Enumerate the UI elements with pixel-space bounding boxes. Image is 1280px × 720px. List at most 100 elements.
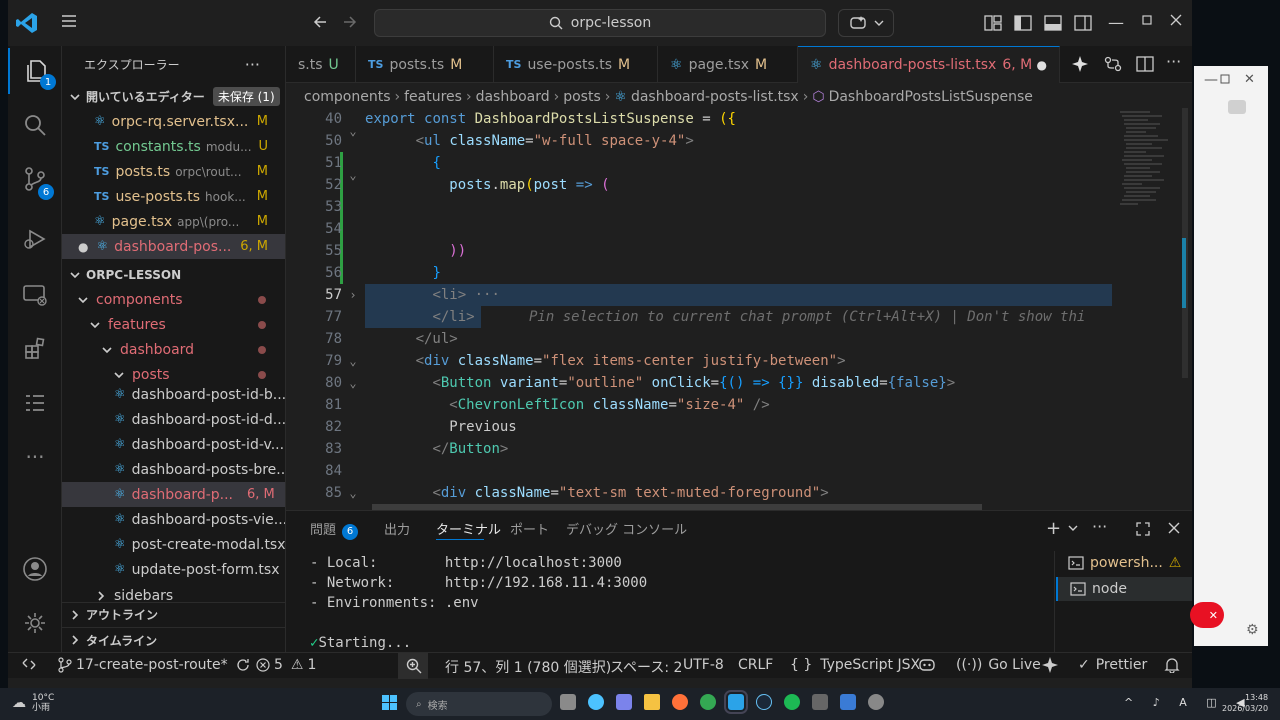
search-activity[interactable] <box>8 102 62 148</box>
open-editor-item[interactable]: TS posts.ts orpc\rout... M <box>62 159 285 184</box>
tab-3[interactable]: ⚛ page.tsx M <box>658 46 798 83</box>
file-item[interactable]: ⚛ dashboard-post-id-b... <box>62 382 285 407</box>
file-item[interactable]: ⚛ dashboard-posts-vie... <box>62 507 285 532</box>
zoom-button[interactable] <box>398 653 428 679</box>
teams-icon[interactable] <box>616 694 632 710</box>
language-mode[interactable]: { } TypeScript JSX <box>790 657 920 673</box>
tab-icon[interactable] <box>1228 100 1246 114</box>
end-of-line[interactable]: CRLF <box>738 657 773 673</box>
breadcrumb-item[interactable]: DashboardPostsListSuspense <box>829 89 1033 105</box>
remote-icon[interactable] <box>22 657 36 671</box>
run-debug-activity[interactable] <box>8 216 62 262</box>
back-arrow-icon[interactable] <box>312 14 328 30</box>
tab-2[interactable]: TS use-posts.ts M <box>494 46 658 83</box>
tab-1[interactable]: TS posts.ts M <box>356 46 494 83</box>
firefox-icon[interactable] <box>672 694 688 710</box>
unsaved-dot-icon[interactable]: ● <box>78 240 88 254</box>
fold-chevron-icon[interactable]: ⌄ <box>346 164 360 186</box>
windows-start-icon[interactable] <box>382 695 397 710</box>
fold-chevron-icon[interactable]: ⌄ <box>346 120 360 142</box>
timeline-header[interactable]: タイムライン <box>62 627 285 652</box>
maximize-panel-icon[interactable] <box>1136 522 1150 536</box>
open-editor-item[interactable]: TS use-posts.ts hook... M <box>62 184 285 209</box>
split-editor-icon[interactable] <box>1136 56 1154 72</box>
compare-changes-icon[interactable] <box>1104 56 1122 72</box>
panel-tab-4[interactable]: デバッグ コンソール <box>566 519 687 538</box>
expand-chevron-icon[interactable]: › <box>346 284 360 306</box>
folder-components[interactable]: components <box>62 287 285 312</box>
file-explorer-icon[interactable] <box>644 694 660 710</box>
command-center-search[interactable]: orpc-lesson <box>374 9 826 37</box>
extensions-activity[interactable] <box>8 326 62 372</box>
fold-chevron-icon[interactable]: ⌄ <box>346 350 360 372</box>
panel-tab-2[interactable]: ターミナル <box>436 519 501 538</box>
more-icon[interactable]: ··· <box>8 434 62 480</box>
source-control-activity[interactable]: 6 <box>8 156 62 202</box>
project-header[interactable]: ORPC-LESSON <box>62 262 285 287</box>
sparkle-icon[interactable] <box>1042 657 1058 673</box>
copilot-button[interactable] <box>838 9 894 37</box>
clock[interactable]: 13:48 2026/03/20 <box>1222 692 1268 714</box>
open-editor-item[interactable]: ● ⚛ dashboard-pos... 6, M <box>62 234 285 259</box>
fold-chevron-icon[interactable]: ⌄ <box>346 482 360 504</box>
new-terminal-icon[interactable]: + <box>1046 518 1061 539</box>
close-icon[interactable]: ✕ <box>1244 72 1255 87</box>
remote-explorer-activity[interactable] <box>8 272 62 318</box>
app-icon[interactable] <box>784 694 800 710</box>
maximize-icon[interactable] <box>1142 15 1154 27</box>
breadcrumb-item[interactable]: components <box>304 89 391 105</box>
chat-hint[interactable]: Pin selection to current chat prompt (Ct… <box>529 306 1085 328</box>
hamburger-icon[interactable] <box>60 12 80 32</box>
go-live-button[interactable]: ((·)) Go Live <box>956 657 1041 673</box>
app-icon[interactable] <box>812 694 828 710</box>
minimap[interactable] <box>1116 108 1180 218</box>
terminal-powershell[interactable]: powersh... ⚠ <box>1056 551 1192 575</box>
open-editor-item[interactable]: ⚛ page.tsx app\(pro... M <box>62 209 285 234</box>
copilot-app-icon[interactable] <box>588 694 604 710</box>
forward-arrow-icon[interactable] <box>342 14 358 30</box>
testing-activity[interactable] <box>8 380 62 426</box>
settings-icon[interactable]: ⚙ <box>1246 622 1259 638</box>
toggle-sidebar-icon[interactable] <box>1014 14 1032 32</box>
breadcrumb-item[interactable]: dashboard <box>476 89 550 105</box>
tab-4[interactable]: ⚛ dashboard-posts-list.tsx 6, M ● <box>798 46 1060 83</box>
steam-icon[interactable] <box>756 694 772 710</box>
editor-more-icon[interactable]: ··· <box>1166 52 1181 71</box>
weather-widget[interactable]: ☁ 10°C 小雨 <box>12 693 54 713</box>
file-item[interactable]: ⚛ dashboard-posts-bre... <box>62 457 285 482</box>
folder-dashboard[interactable]: dashboard <box>62 337 285 362</box>
close-window-icon[interactable] <box>1170 14 1182 26</box>
copilot-status-icon[interactable] <box>918 657 936 673</box>
code-editor[interactable]: 40 50 51 52 53 54 55 56 57 77 78 79 80 81 82 83 84 85 ⌄ ⌄… <box>286 108 1192 510</box>
maximize-icon[interactable] <box>1220 74 1230 84</box>
terminal-node[interactable]: node <box>1056 577 1192 601</box>
panel-more-icon[interactable]: ··· <box>1092 517 1107 536</box>
unsaved-dot-icon[interactable]: ● <box>1037 58 1047 72</box>
minimize-icon[interactable]: — <box>1108 13 1124 32</box>
open-editor-item[interactable]: ⚛ orpc-rq.server.tsx... M <box>62 109 285 134</box>
file-item[interactable]: ⚛ update-post-form.tsx <box>62 557 285 582</box>
github-icon[interactable] <box>868 694 884 710</box>
chevron-down-icon[interactable] <box>1068 523 1078 533</box>
close-badge-icon[interactable]: ✕ <box>1190 602 1224 628</box>
file-item[interactable]: ⚛ post-create-modal.tsx <box>62 532 285 557</box>
breadcrumb-item[interactable]: posts <box>563 89 601 105</box>
open-editor-item[interactable]: TS constants.ts modu... U <box>62 134 285 159</box>
task-view-icon[interactable] <box>560 694 576 710</box>
app-icon[interactable] <box>840 694 856 710</box>
layout-customize-icon[interactable] <box>984 14 1002 32</box>
open-editors-header[interactable]: 開いているエディター 未保存 (1) <box>62 84 285 109</box>
panel-tab-0[interactable]: 問題 6 <box>310 519 359 540</box>
panel-tab-3[interactable]: ポート <box>510 519 549 538</box>
panel-tab-1[interactable]: 出力 <box>384 519 410 538</box>
problems-indicator[interactable]: 5 ⚠ 1 <box>256 657 316 673</box>
fold-chevron-icon[interactable]: ⌄ <box>346 372 360 394</box>
file-item[interactable]: ⚛ dashboard-p... 6, M <box>62 482 285 507</box>
breadcrumb-item[interactable]: dashboard-posts-list.tsx <box>631 89 799 105</box>
cursor-position[interactable]: 行 57、列 1 (780 個選択) <box>445 657 611 677</box>
more-actions-icon[interactable]: ··· <box>245 55 284 74</box>
folder-features[interactable]: features <box>62 312 285 337</box>
prettier-status[interactable]: ✓ Prettier <box>1078 657 1147 673</box>
toggle-secondary-sidebar-icon[interactable] <box>1074 14 1092 32</box>
close-panel-icon[interactable] <box>1168 522 1180 534</box>
